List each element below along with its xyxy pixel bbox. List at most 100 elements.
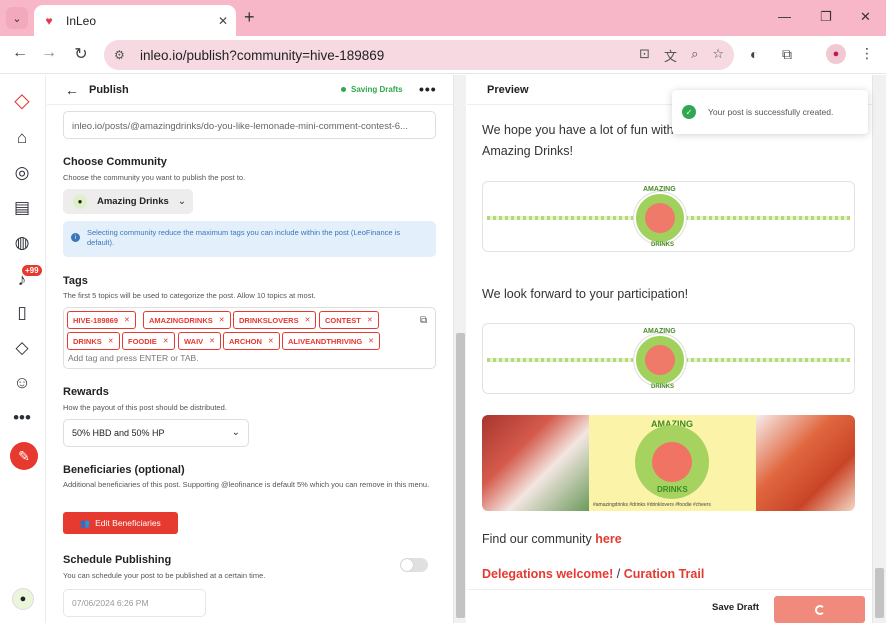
tags-subtitle: The first 5 topics will be used to categ… xyxy=(63,291,316,300)
profile-icon[interactable]: ☺ xyxy=(10,371,34,395)
permlink-field[interactable]: inleo.io/posts/@amazingdrinks/do-you-lik… xyxy=(63,111,436,139)
address-bar[interactable]: ⚙ inleo.io/publish?community=hive-189869… xyxy=(104,40,734,70)
tag-chip[interactable]: CONTEST ✕ xyxy=(319,311,379,329)
preview-scrollbar-thumb[interactable] xyxy=(875,568,884,618)
window-close-icon[interactable]: ✕ xyxy=(860,9,871,25)
editor-scrollbar[interactable] xyxy=(453,75,466,623)
remove-tag-icon[interactable]: ✕ xyxy=(108,337,114,345)
minimize-icon[interactable]: — xyxy=(778,9,791,24)
remove-tag-icon[interactable]: ✕ xyxy=(368,337,374,345)
news-icon[interactable]: ▤ xyxy=(10,196,34,220)
rewards-subtitle: How the payout of this post should be di… xyxy=(63,403,227,412)
tab-search-icon[interactable]: ⌄ xyxy=(6,7,28,29)
zoom-icon[interactable]: ⌕ xyxy=(691,46,698,65)
tag-chip[interactable]: ARCHON ✕ xyxy=(223,332,280,350)
compose-pencil-icon[interactable]: ✎ xyxy=(10,442,38,470)
remove-tag-icon[interactable]: ✕ xyxy=(305,316,311,324)
site-settings-icon[interactable]: ⚙ xyxy=(114,48,130,62)
remove-tag-icon[interactable]: ✕ xyxy=(367,316,373,324)
tags-input-box[interactable]: HIVE-189869 ✕ AMAZINGDRINKS ✕ DRINKSLOVERS… xyxy=(63,307,436,369)
inleo-favicon-icon: ♥ xyxy=(45,13,53,28)
beneficiaries-subtitle: Additional beneficiaries of this post. S… xyxy=(63,480,430,489)
sidebar: ◇ ⌂ ◎ ▤ ◍ ♪ +99 ▯ ◇ ☺ ••• ✎ ● xyxy=(0,75,46,623)
schedule-subtitle: You can schedule your post to be publish… xyxy=(63,571,266,580)
preview-footer: Save Draft xyxy=(467,589,872,623)
schedule-toggle[interactable] xyxy=(400,558,428,572)
extensions-puzzle-icon[interactable]: ⧉ xyxy=(782,46,792,63)
tag-chip[interactable]: DRINKSLOVERS ✕ xyxy=(233,311,317,329)
leo-icon[interactable]: ◇ xyxy=(10,336,34,360)
publish-button[interactable] xyxy=(774,596,865,623)
address-url[interactable]: inleo.io/publish?community=hive-189869 xyxy=(140,48,384,63)
translate-icon[interactable]: 文 xyxy=(664,46,677,65)
browser-tab[interactable]: ♥ InLeo ✕ xyxy=(34,5,236,36)
curation-trail-link[interactable]: Curation Trail xyxy=(624,567,705,581)
new-tab-icon[interactable]: + xyxy=(244,8,255,26)
drinks-logo-center: AMAZING DRINKS #amazingdrinks #drinks #d… xyxy=(589,415,756,511)
forward-icon[interactable]: → xyxy=(38,44,60,62)
edit-beneficiaries-button[interactable]: 👥 Edit Beneficiaries xyxy=(63,512,178,534)
preview-scrollbar[interactable] xyxy=(872,75,886,623)
beneficiaries-title: Beneficiaries (optional) xyxy=(63,464,185,476)
saving-status: Saving Drafts xyxy=(341,85,403,94)
bookmark-star-icon[interactable]: ☆ xyxy=(712,46,724,65)
tag-chip[interactable]: FOODIE ✕ xyxy=(122,332,175,350)
app: ◇ ⌂ ◎ ▤ ◍ ♪ +99 ▯ ◇ ☺ ••• ✎ ● ← Publish … xyxy=(0,75,886,623)
success-toast: ✓ Your post is successfully created. xyxy=(672,90,868,134)
tab-close-icon[interactable]: ✕ xyxy=(218,14,228,28)
tag-input[interactable]: Add tag and press ENTER or TAB. xyxy=(68,353,199,363)
community-info-box: i Selecting community reduce the maximum… xyxy=(63,221,436,257)
preview-paragraph: Delegations welcome! / Curation Trail xyxy=(482,567,705,581)
browser-toolbar: ← → ↻ ⚙ inleo.io/publish?community=hive-… xyxy=(0,36,886,74)
chevron-down-icon: ⌄ xyxy=(231,427,240,438)
checkmark-icon: ✓ xyxy=(682,105,696,119)
more-icon[interactable]: ••• xyxy=(10,406,34,430)
back-arrow-icon[interactable]: ← xyxy=(65,82,79,98)
community-link[interactable]: here xyxy=(595,532,621,546)
bookmark-icon[interactable]: ▯ xyxy=(10,301,34,325)
community-avatar-icon: ● xyxy=(73,194,87,209)
community-subtitle: Choose the community you want to publish… xyxy=(63,173,246,182)
drinks-photo-right xyxy=(756,415,855,511)
rewards-select[interactable]: 50% HBD and 50% HP ⌄ xyxy=(63,419,249,447)
remove-tag-icon[interactable]: ✕ xyxy=(219,316,225,324)
remove-tag-icon[interactable]: ✕ xyxy=(124,316,130,324)
more-options-icon[interactable]: ••• xyxy=(419,81,437,97)
tag-chip[interactable]: ALIVEANDTHRIVING ✕ xyxy=(282,332,381,350)
editor-header: ← Publish Saving Drafts ••• xyxy=(47,75,453,105)
profile-avatar-icon[interactable]: ● xyxy=(826,44,846,64)
schedule-title: Schedule Publishing xyxy=(63,554,172,566)
amazing-drinks-photo-banner: AMAZING DRINKS #amazingdrinks #drinks #d… xyxy=(482,415,855,511)
globe-icon[interactable]: ◍ xyxy=(10,231,34,255)
delegations-link[interactable]: Delegations welcome! xyxy=(482,567,613,581)
copy-icon[interactable]: ⧉ xyxy=(420,315,427,326)
back-icon[interactable]: ← xyxy=(9,44,31,62)
reload-icon[interactable]: ↻ xyxy=(70,44,92,64)
info-icon: i xyxy=(71,233,80,242)
rewards-selected: 50% HBD and 50% HP xyxy=(72,428,165,438)
remove-tag-icon[interactable]: ✕ xyxy=(268,337,274,345)
amazing-drinks-banner: AMAZING DRINKS xyxy=(482,181,855,252)
tag-chip[interactable]: WAIV ✕ xyxy=(178,332,222,350)
editor-scrollbar-thumb[interactable] xyxy=(456,333,465,618)
chevron-down-icon: ⌄ xyxy=(177,196,187,207)
home-icon[interactable]: ⌂ xyxy=(10,126,34,150)
restore-icon[interactable]: ❐ xyxy=(820,9,832,25)
remove-tag-icon[interactable]: ✕ xyxy=(209,337,215,345)
tab-title: InLeo xyxy=(66,13,97,28)
save-draft-button[interactable]: Save Draft xyxy=(712,602,759,613)
install-app-icon[interactable]: ⊡ xyxy=(639,46,650,65)
amazing-drinks-logo xyxy=(634,334,686,386)
community-select[interactable]: ● Amazing Drinks ⌄ xyxy=(63,189,193,214)
schedule-date-input[interactable]: 07/06/2024 6:26 PM xyxy=(63,589,206,617)
extension-icon[interactable]: ◐ xyxy=(750,46,758,62)
tag-chip[interactable]: AMAZINGDRINKS ✕ xyxy=(143,311,231,329)
explore-compass-icon[interactable]: ◎ xyxy=(10,161,34,185)
remove-tag-icon[interactable]: ✕ xyxy=(163,337,169,345)
tag-chip[interactable]: DRINKS ✕ xyxy=(67,332,120,350)
tag-chip[interactable]: HIVE-189869 ✕ xyxy=(67,311,136,329)
amazing-drinks-banner: AMAZING DRINKS xyxy=(482,323,855,394)
user-avatar[interactable]: ● xyxy=(12,588,34,610)
browser-menu-icon[interactable]: ⋮ xyxy=(860,45,874,62)
leo-logo-icon[interactable]: ◇ xyxy=(10,88,34,112)
